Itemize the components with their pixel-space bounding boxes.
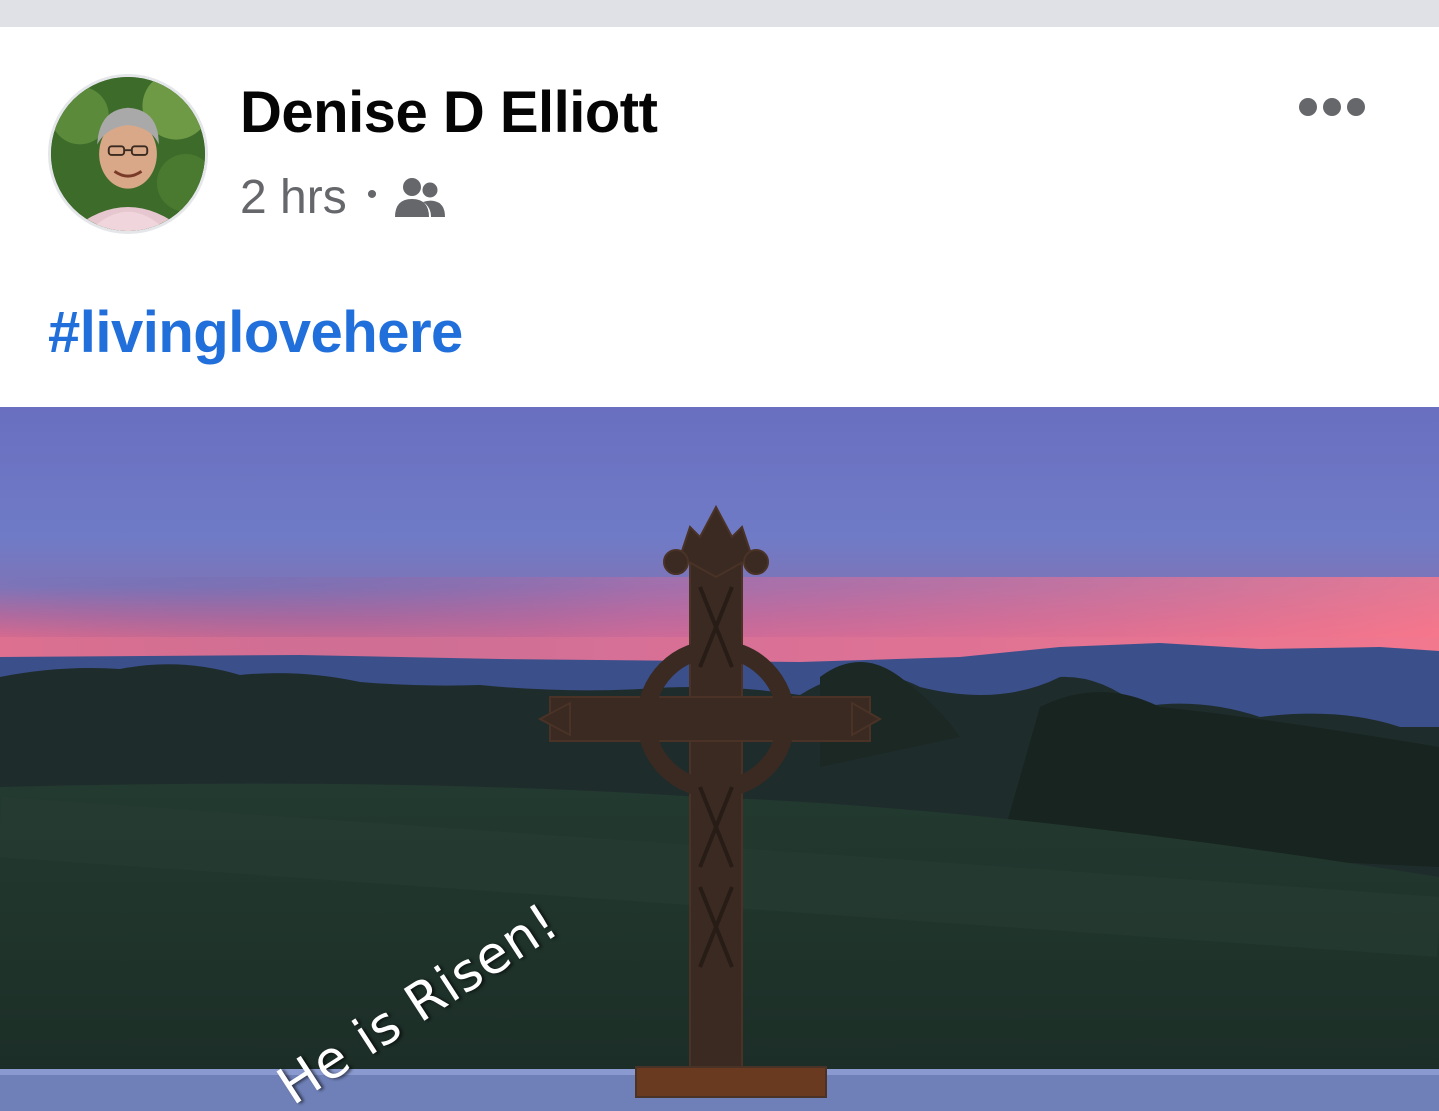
feed-background <box>0 0 1439 27</box>
author-name[interactable]: Denise D Elliott <box>240 79 658 146</box>
meta-separator: • <box>366 178 378 211</box>
post-photo[interactable]: He is Risen! <box>0 407 1439 1111</box>
post-meta: 2 hrs • <box>240 167 447 227</box>
post-card: Denise D Elliott 2 hrs • #livinglovehere <box>0 27 1439 1111</box>
avatar[interactable] <box>48 74 208 234</box>
more-options-button[interactable] <box>1292 83 1372 131</box>
post-timestamp[interactable]: 2 hrs <box>240 170 347 225</box>
more-options-icon <box>1299 98 1365 116</box>
friends-icon[interactable] <box>393 175 447 219</box>
hashtag-link[interactable]: #livinglovehere <box>48 299 463 366</box>
sunset-cross-image <box>0 407 1439 1111</box>
avatar-photo <box>51 77 205 231</box>
